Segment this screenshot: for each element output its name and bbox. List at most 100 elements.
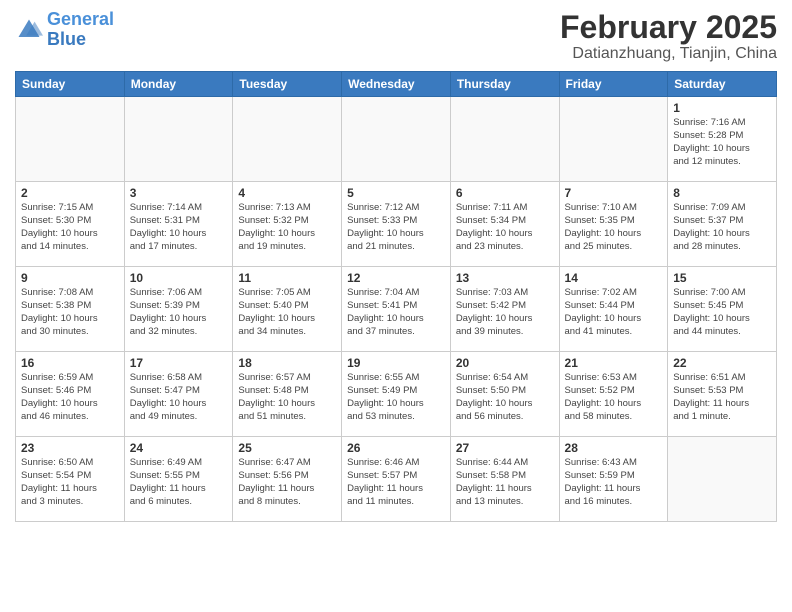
- day-number: 21: [565, 356, 663, 370]
- calendar-day-cell: 17 Sunrise: 6:58 AM Sunset: 5:47 PM Dayli…: [124, 352, 233, 437]
- calendar-day-cell: [124, 97, 233, 182]
- day-detail: Sunrise: 7:12 AM Sunset: 5:33 PM Dayligh…: [347, 202, 445, 253]
- day-number: 3: [130, 186, 228, 200]
- day-number: 13: [456, 271, 554, 285]
- calendar-day-cell: 19 Sunrise: 6:55 AM Sunset: 5:49 PM Dayli…: [342, 352, 451, 437]
- header: General Blue February 2025 Datianzhuang,…: [15, 10, 777, 63]
- day-number: 24: [130, 441, 228, 455]
- calendar-day-cell: [450, 97, 559, 182]
- calendar-week-row: 2 Sunrise: 7:15 AM Sunset: 5:30 PM Daylig…: [16, 182, 777, 267]
- day-number: 17: [130, 356, 228, 370]
- day-detail: Sunrise: 7:15 AM Sunset: 5:30 PM Dayligh…: [21, 202, 119, 253]
- day-detail: Sunrise: 6:51 AM Sunset: 5:53 PM Dayligh…: [673, 372, 771, 423]
- calendar-day-cell: [559, 97, 668, 182]
- day-detail: Sunrise: 6:59 AM Sunset: 5:46 PM Dayligh…: [21, 372, 119, 423]
- day-detail: Sunrise: 6:44 AM Sunset: 5:58 PM Dayligh…: [456, 457, 554, 508]
- day-detail: Sunrise: 6:54 AM Sunset: 5:50 PM Dayligh…: [456, 372, 554, 423]
- day-number: 18: [238, 356, 336, 370]
- day-number: 19: [347, 356, 445, 370]
- calendar-day-cell: 4 Sunrise: 7:13 AM Sunset: 5:32 PM Daylig…: [233, 182, 342, 267]
- calendar-week-row: 9 Sunrise: 7:08 AM Sunset: 5:38 PM Daylig…: [16, 267, 777, 352]
- day-number: 7: [565, 186, 663, 200]
- day-detail: Sunrise: 7:14 AM Sunset: 5:31 PM Dayligh…: [130, 202, 228, 253]
- weekday-header: Wednesday: [342, 72, 451, 97]
- day-number: 26: [347, 441, 445, 455]
- day-detail: Sunrise: 6:58 AM Sunset: 5:47 PM Dayligh…: [130, 372, 228, 423]
- day-number: 6: [456, 186, 554, 200]
- day-detail: Sunrise: 7:10 AM Sunset: 5:35 PM Dayligh…: [565, 202, 663, 253]
- day-number: 1: [673, 101, 771, 115]
- day-detail: Sunrise: 7:05 AM Sunset: 5:40 PM Dayligh…: [238, 287, 336, 338]
- day-detail: Sunrise: 6:53 AM Sunset: 5:52 PM Dayligh…: [565, 372, 663, 423]
- day-number: 25: [238, 441, 336, 455]
- title-area: February 2025 Datianzhuang, Tianjin, Chi…: [560, 10, 777, 63]
- day-detail: Sunrise: 6:47 AM Sunset: 5:56 PM Dayligh…: [238, 457, 336, 508]
- weekday-header: Monday: [124, 72, 233, 97]
- weekday-header: Tuesday: [233, 72, 342, 97]
- day-detail: Sunrise: 6:46 AM Sunset: 5:57 PM Dayligh…: [347, 457, 445, 508]
- calendar-day-cell: 24 Sunrise: 6:49 AM Sunset: 5:55 PM Dayli…: [124, 437, 233, 522]
- calendar-day-cell: 12 Sunrise: 7:04 AM Sunset: 5:41 PM Dayli…: [342, 267, 451, 352]
- calendar-day-cell: 11 Sunrise: 7:05 AM Sunset: 5:40 PM Dayli…: [233, 267, 342, 352]
- day-detail: Sunrise: 7:03 AM Sunset: 5:42 PM Dayligh…: [456, 287, 554, 338]
- day-detail: Sunrise: 7:11 AM Sunset: 5:34 PM Dayligh…: [456, 202, 554, 253]
- day-detail: Sunrise: 7:13 AM Sunset: 5:32 PM Dayligh…: [238, 202, 336, 253]
- calendar-week-row: 16 Sunrise: 6:59 AM Sunset: 5:46 PM Dayli…: [16, 352, 777, 437]
- calendar-day-cell: 5 Sunrise: 7:12 AM Sunset: 5:33 PM Daylig…: [342, 182, 451, 267]
- logo-line1: General: [47, 9, 114, 29]
- day-detail: Sunrise: 7:06 AM Sunset: 5:39 PM Dayligh…: [130, 287, 228, 338]
- day-number: 5: [347, 186, 445, 200]
- day-number: 23: [21, 441, 119, 455]
- logo-icon: [15, 16, 43, 44]
- day-number: 14: [565, 271, 663, 285]
- calendar-day-cell: 26 Sunrise: 6:46 AM Sunset: 5:57 PM Dayli…: [342, 437, 451, 522]
- subtitle: Datianzhuang, Tianjin, China: [560, 45, 777, 63]
- calendar-day-cell: 2 Sunrise: 7:15 AM Sunset: 5:30 PM Daylig…: [16, 182, 125, 267]
- calendar-day-cell: 9 Sunrise: 7:08 AM Sunset: 5:38 PM Daylig…: [16, 267, 125, 352]
- calendar-day-cell: [16, 97, 125, 182]
- day-number: 20: [456, 356, 554, 370]
- calendar-header-row: SundayMondayTuesdayWednesdayThursdayFrid…: [16, 72, 777, 97]
- logo: General Blue: [15, 10, 114, 50]
- calendar-day-cell: [342, 97, 451, 182]
- logo-line2: Blue: [47, 29, 86, 49]
- day-detail: Sunrise: 7:08 AM Sunset: 5:38 PM Dayligh…: [21, 287, 119, 338]
- main-title: February 2025: [560, 10, 777, 45]
- calendar-day-cell: 13 Sunrise: 7:03 AM Sunset: 5:42 PM Dayli…: [450, 267, 559, 352]
- day-detail: Sunrise: 7:04 AM Sunset: 5:41 PM Dayligh…: [347, 287, 445, 338]
- day-number: 9: [21, 271, 119, 285]
- day-number: 4: [238, 186, 336, 200]
- day-detail: Sunrise: 6:49 AM Sunset: 5:55 PM Dayligh…: [130, 457, 228, 508]
- calendar-day-cell: 6 Sunrise: 7:11 AM Sunset: 5:34 PM Daylig…: [450, 182, 559, 267]
- calendar-table: SundayMondayTuesdayWednesdayThursdayFrid…: [15, 71, 777, 522]
- calendar-day-cell: 23Sunrise: 6:50 AM Sunset: 5:54 PM Dayli…: [16, 437, 125, 522]
- day-detail: Sunrise: 7:00 AM Sunset: 5:45 PM Dayligh…: [673, 287, 771, 338]
- day-detail: Sunrise: 7:02 AM Sunset: 5:44 PM Dayligh…: [565, 287, 663, 338]
- day-detail: Sunrise: 6:55 AM Sunset: 5:49 PM Dayligh…: [347, 372, 445, 423]
- calendar-day-cell: 1Sunrise: 7:16 AM Sunset: 5:28 PM Daylig…: [668, 97, 777, 182]
- calendar-day-cell: 3 Sunrise: 7:14 AM Sunset: 5:31 PM Daylig…: [124, 182, 233, 267]
- weekday-header: Saturday: [668, 72, 777, 97]
- day-detail: Sunrise: 6:57 AM Sunset: 5:48 PM Dayligh…: [238, 372, 336, 423]
- day-number: 11: [238, 271, 336, 285]
- calendar-day-cell: 25 Sunrise: 6:47 AM Sunset: 5:56 PM Dayli…: [233, 437, 342, 522]
- calendar-day-cell: 21 Sunrise: 6:53 AM Sunset: 5:52 PM Dayli…: [559, 352, 668, 437]
- day-number: 12: [347, 271, 445, 285]
- calendar-day-cell: 16 Sunrise: 6:59 AM Sunset: 5:46 PM Dayli…: [16, 352, 125, 437]
- calendar-day-cell: 14 Sunrise: 7:02 AM Sunset: 5:44 PM Dayli…: [559, 267, 668, 352]
- weekday-header: Sunday: [16, 72, 125, 97]
- day-number: 28: [565, 441, 663, 455]
- day-number: 16: [21, 356, 119, 370]
- calendar-day-cell: 28Sunrise: 6:43 AM Sunset: 5:59 PM Dayli…: [559, 437, 668, 522]
- calendar-day-cell: 22Sunrise: 6:51 AM Sunset: 5:53 PM Dayli…: [668, 352, 777, 437]
- calendar-day-cell: 8Sunrise: 7:09 AM Sunset: 5:37 PM Daylig…: [668, 182, 777, 267]
- day-number: 8: [673, 186, 771, 200]
- day-number: 2: [21, 186, 119, 200]
- calendar-week-row: 23Sunrise: 6:50 AM Sunset: 5:54 PM Dayli…: [16, 437, 777, 522]
- day-number: 27: [456, 441, 554, 455]
- calendar-week-row: 1Sunrise: 7:16 AM Sunset: 5:28 PM Daylig…: [16, 97, 777, 182]
- calendar-day-cell: [668, 437, 777, 522]
- calendar-day-cell: 18 Sunrise: 6:57 AM Sunset: 5:48 PM Dayli…: [233, 352, 342, 437]
- calendar-day-cell: 27 Sunrise: 6:44 AM Sunset: 5:58 PM Dayli…: [450, 437, 559, 522]
- calendar-day-cell: 7 Sunrise: 7:10 AM Sunset: 5:35 PM Daylig…: [559, 182, 668, 267]
